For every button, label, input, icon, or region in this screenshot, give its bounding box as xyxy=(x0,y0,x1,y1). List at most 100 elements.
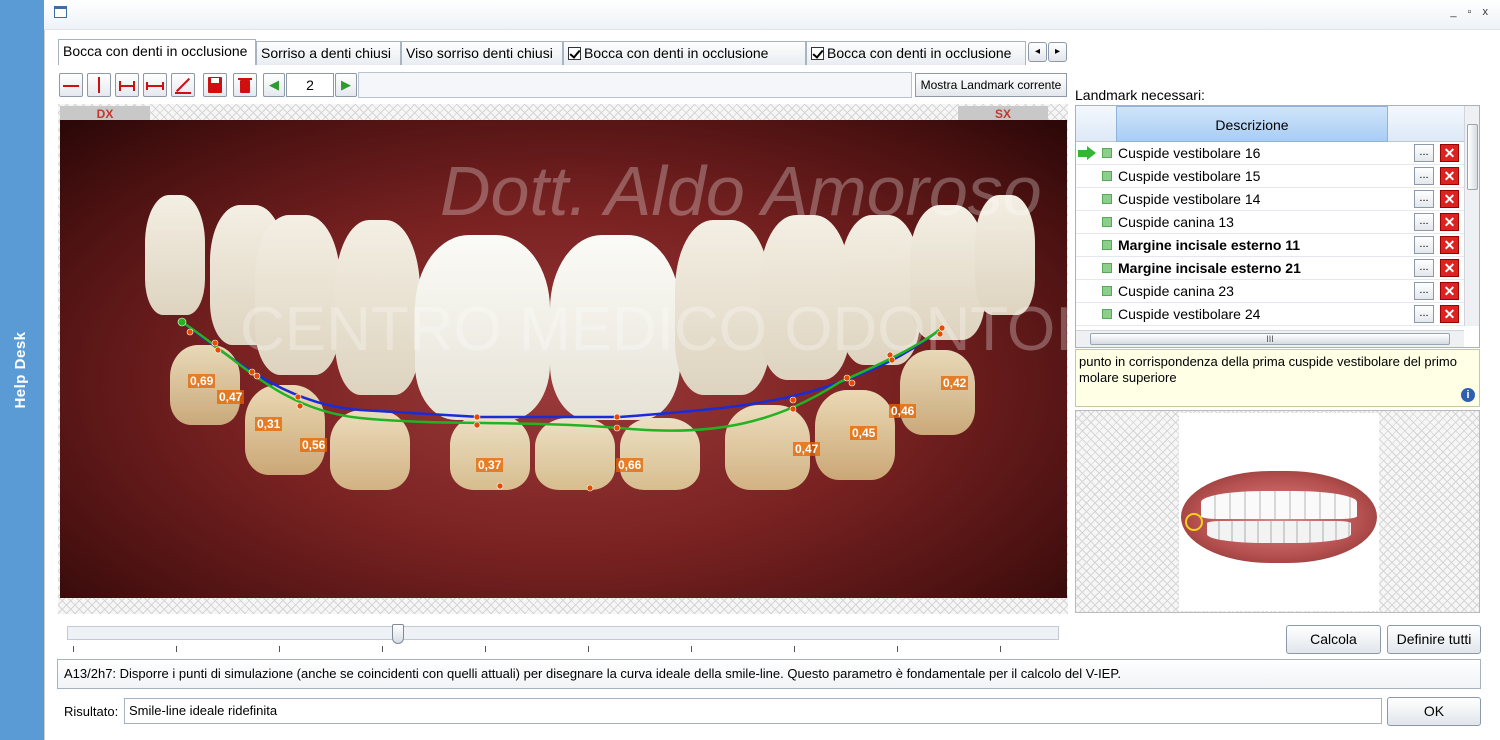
window-controls[interactable]: _ ▫ x xyxy=(1450,6,1492,18)
landmark-point[interactable] xyxy=(848,379,856,387)
tab-bocca-occlusione-3[interactable]: Bocca con denti in occlusione xyxy=(806,41,1026,65)
preview-lower-teeth xyxy=(1207,521,1351,543)
landmark-point[interactable] xyxy=(586,484,594,492)
landmark-point[interactable] xyxy=(843,374,851,382)
edit-button[interactable]: ... xyxy=(1414,236,1434,254)
vertical-line-tool-button[interactable] xyxy=(87,73,111,97)
angle-tool-button[interactable] xyxy=(171,73,195,97)
landmark-point[interactable] xyxy=(789,405,797,413)
vertical-scrollbar[interactable] xyxy=(1464,106,1479,326)
horizontal-scrollbar[interactable]: III xyxy=(1076,330,1464,347)
landmark-point[interactable] xyxy=(253,372,261,380)
landmark-row[interactable]: Cuspide canina 13... ✕ xyxy=(1076,211,1464,234)
landmark-point[interactable] xyxy=(296,402,304,410)
edit-button[interactable]: ... xyxy=(1414,259,1434,277)
edit-button[interactable]: ... xyxy=(1414,282,1434,300)
delete-icon[interactable]: ✕ xyxy=(1440,144,1459,162)
landmark-row[interactable]: Margine incisale esterno 11... ✕ xyxy=(1076,234,1464,257)
dental-photo[interactable]: Dott. Aldo Amoroso CENTRO MEDICO ODONTOI… xyxy=(60,120,1067,598)
edit-button[interactable]: ... xyxy=(1414,190,1434,208)
landmark-preview xyxy=(1075,410,1480,613)
tab-label: Sorriso a denti chiusi xyxy=(261,45,391,61)
tab-label: Bocca con denti in occlusione xyxy=(584,45,769,61)
instruction-bar: A13/2h7: Disporre i punti di simulazione… xyxy=(57,659,1481,689)
landmark-point[interactable] xyxy=(613,424,621,432)
edit-button[interactable]: ... xyxy=(1414,305,1434,323)
measure-label: 0,42 xyxy=(941,376,969,390)
edit-button[interactable]: ... xyxy=(1414,167,1434,185)
landmark-point[interactable] xyxy=(294,393,302,401)
delete-icon[interactable]: ✕ xyxy=(1440,167,1459,185)
landmark-row[interactable]: Cuspide vestibolare 14... ✕ xyxy=(1076,188,1464,211)
save-icon-button[interactable] xyxy=(203,73,227,97)
measure-label: 0,46 xyxy=(889,404,917,418)
measure-label: 0,69 xyxy=(188,374,216,388)
next-arrow-icon[interactable]: ▶ xyxy=(335,73,357,97)
page-number-field[interactable]: 2 xyxy=(286,73,334,97)
landmark-point[interactable] xyxy=(211,339,219,347)
delete-icon[interactable]: ✕ xyxy=(1440,305,1459,323)
landmark-point[interactable] xyxy=(186,328,194,336)
landmark-point-current[interactable] xyxy=(177,317,187,327)
definire-tutti-button[interactable]: Definire tutti xyxy=(1387,625,1481,654)
delete-icon[interactable]: ✕ xyxy=(1440,236,1459,254)
smile-line-overlay[interactable]: Dott. Aldo Amoroso CENTRO MEDICO ODONTOI… xyxy=(60,120,1067,598)
delete-icon[interactable]: ✕ xyxy=(1440,259,1459,277)
ok-button[interactable]: OK xyxy=(1387,697,1481,726)
trash-icon-button[interactable] xyxy=(233,73,257,97)
checkbox-icon[interactable] xyxy=(811,47,824,60)
calcola-button[interactable]: Calcola xyxy=(1286,625,1381,654)
tab-viso-sorriso[interactable]: Viso sorriso denti chiusi xyxy=(401,41,563,65)
landmark-point[interactable] xyxy=(473,413,481,421)
landmark-point[interactable] xyxy=(938,324,946,332)
landmark-row[interactable]: Cuspide canina 23... ✕ xyxy=(1076,280,1464,303)
image-slider-track[interactable] xyxy=(67,626,1059,640)
landmark-point[interactable] xyxy=(496,482,504,490)
landmark-point[interactable] xyxy=(473,421,481,429)
delete-icon[interactable]: ✕ xyxy=(1440,190,1459,208)
horizontal-measure-tool-button[interactable] xyxy=(115,73,139,97)
status-icon xyxy=(1102,263,1112,273)
landmark-row[interactable]: Margine incisale esterno 21... ✕ xyxy=(1076,257,1464,280)
delete-icon[interactable]: ✕ xyxy=(1440,213,1459,231)
measure-label: 0,66 xyxy=(616,458,644,472)
help-desk-sidebar[interactable]: Help Desk xyxy=(0,0,44,740)
tab-bocca-occlusione-1[interactable]: Bocca con denti in occlusione xyxy=(58,39,256,65)
distance-tool-button[interactable] xyxy=(143,73,167,97)
slider-ticks xyxy=(73,646,1053,652)
checkbox-icon[interactable] xyxy=(568,47,581,60)
landmark-point[interactable] xyxy=(214,346,222,354)
mostra-landmark-button[interactable]: Mostra Landmark corrente xyxy=(915,73,1067,97)
landmark-table: Descrizione Cuspide vestibolare 16... ✕ C… xyxy=(1075,105,1480,348)
prev-arrow-icon[interactable]: ◀ xyxy=(263,73,285,97)
tab-scroll-right-button[interactable]: ▸ xyxy=(1048,42,1067,62)
preview-upper-teeth xyxy=(1201,491,1357,519)
info-icon[interactable]: i xyxy=(1461,388,1475,402)
image-slider-thumb[interactable] xyxy=(392,624,404,644)
landmark-point[interactable] xyxy=(936,330,944,338)
scrollbar-thumb[interactable] xyxy=(1467,124,1478,190)
landmark-point[interactable] xyxy=(613,413,621,421)
watermark-doctor: Dott. Aldo Amoroso xyxy=(440,152,1042,230)
landmark-row[interactable]: Cuspide vestibolare 15... ✕ xyxy=(1076,165,1464,188)
hscroll-thumb[interactable]: III xyxy=(1090,333,1450,345)
tab-scroll-left-button[interactable]: ◂ xyxy=(1028,42,1047,62)
landmark-label: Margine incisale esterno 11 xyxy=(1118,237,1301,253)
landmark-label: Cuspide canina 13 xyxy=(1118,214,1234,230)
risultato-label: Risultato: xyxy=(64,704,119,719)
horizontal-line-tool-button[interactable] xyxy=(59,73,83,97)
landmark-point[interactable] xyxy=(248,368,256,376)
edit-button[interactable]: ... xyxy=(1414,144,1434,162)
landmark-point[interactable] xyxy=(888,356,896,364)
landmark-panel-title: Landmark necessari: xyxy=(1075,87,1205,103)
landmark-row[interactable]: Cuspide vestibolare 16... ✕ xyxy=(1076,142,1464,165)
tab-bocca-occlusione-2[interactable]: Bocca con denti in occlusione xyxy=(563,41,806,65)
column-header-descrizione[interactable]: Descrizione xyxy=(1116,106,1388,142)
landmark-point[interactable] xyxy=(789,396,797,404)
delete-icon[interactable]: ✕ xyxy=(1440,282,1459,300)
edit-button[interactable]: ... xyxy=(1414,213,1434,231)
landmark-row[interactable]: Cuspide vestibolare 24... ✕ xyxy=(1076,303,1464,326)
tab-sorriso-denti-chiusi[interactable]: Sorriso a denti chiusi xyxy=(256,41,401,65)
measure-label: 0,31 xyxy=(255,417,283,431)
measure-label: 0,56 xyxy=(300,438,328,452)
